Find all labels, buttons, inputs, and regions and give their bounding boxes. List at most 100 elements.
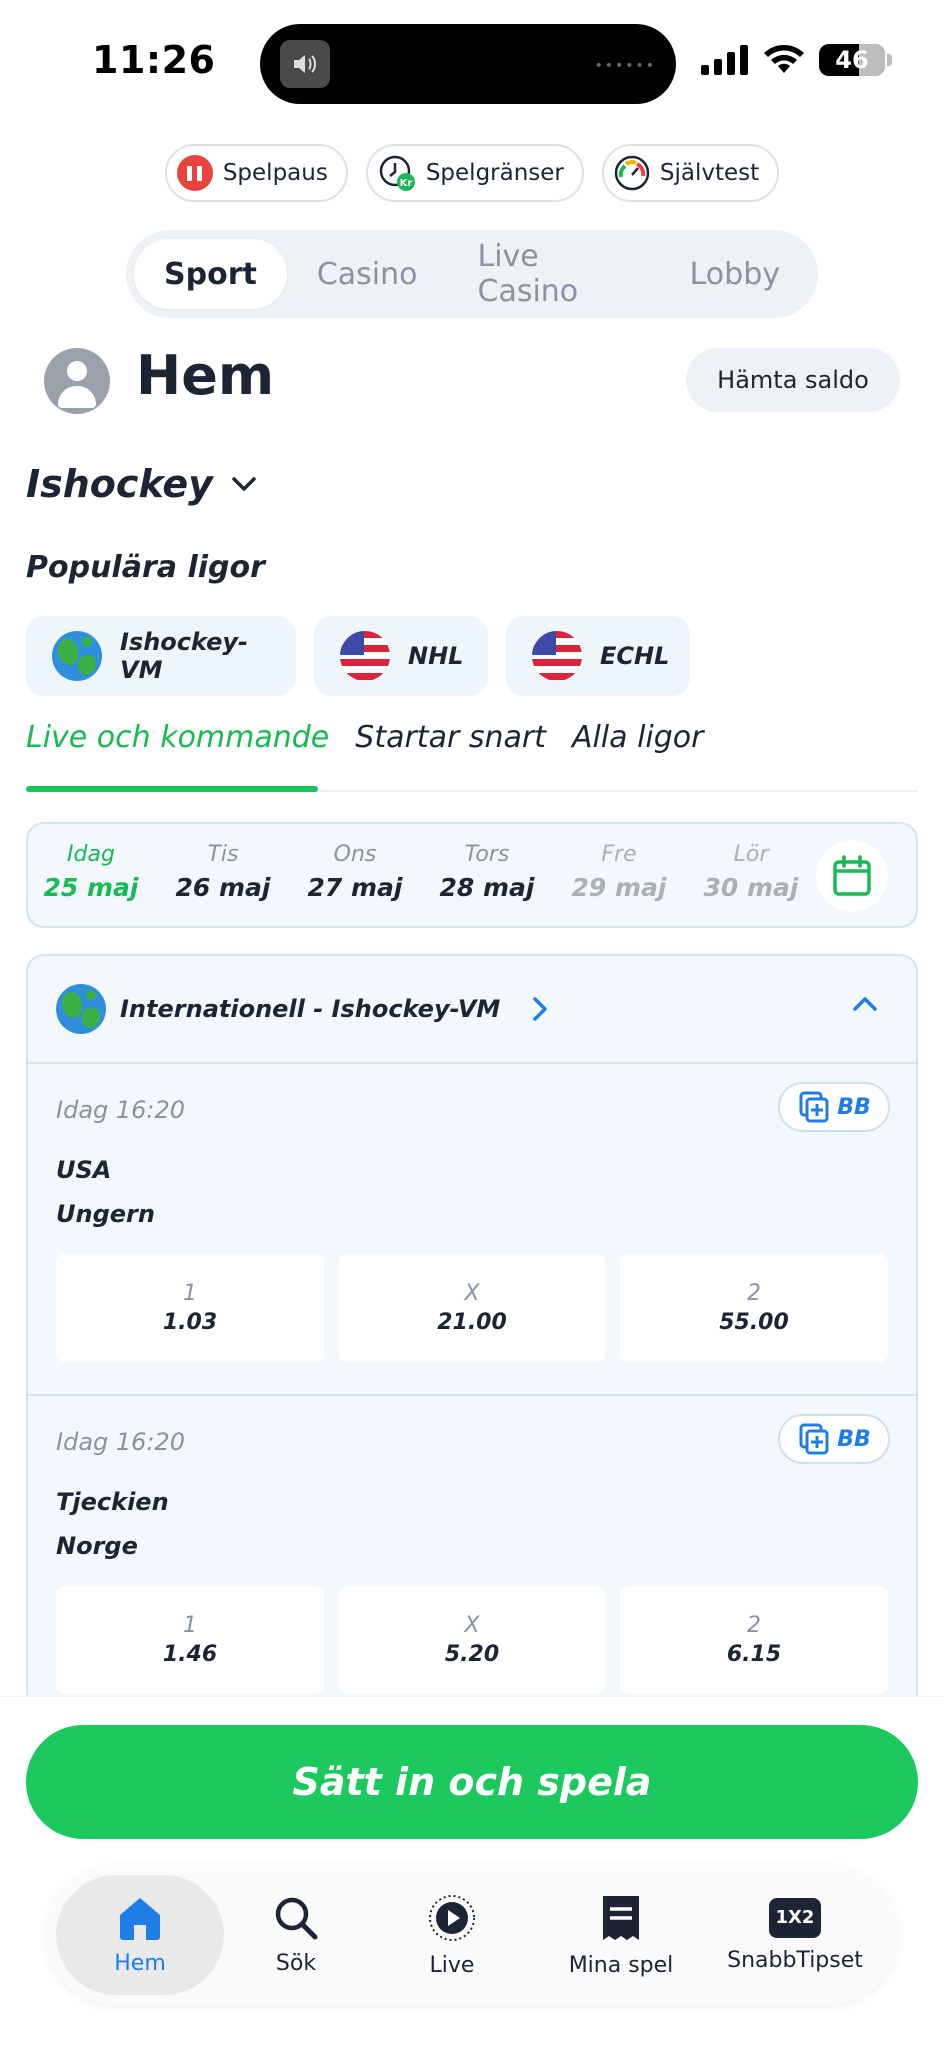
nav-item-sok[interactable]: Sök <box>236 1865 356 2005</box>
nav-label: Mina spel <box>568 1952 674 1978</box>
odds-selection: 1 <box>183 1281 197 1306</box>
bottom-nav: Hem Sök Live Mina spel 1X2 SnabbTipset <box>46 1865 898 2005</box>
tab-live-och-kommande[interactable]: Live och kommande <box>26 720 329 779</box>
tab-casino[interactable]: Casino <box>287 239 448 309</box>
odds-selection: 2 <box>747 1281 761 1306</box>
home-team: Tjeckien <box>56 1488 169 1516</box>
bottom-panel: Sätt in och spela Hem Sök Live Mina spel… <box>0 1696 944 2046</box>
battery-tip <box>887 54 892 66</box>
tab-live-casino[interactable]: Live Casino <box>448 239 660 309</box>
odds-price: 21.00 <box>437 1310 507 1335</box>
match-row[interactable]: Idag 16:20 BB USA Ungern 1 1.03 X 21.00 … <box>28 1064 916 1394</box>
league-label: Ishockey-VM <box>120 628 249 684</box>
home-team: USA <box>56 1156 112 1184</box>
bet-builder-label: BB <box>837 1426 871 1452</box>
tab-sport[interactable]: Sport <box>134 239 287 309</box>
status-time: 11:26 <box>92 38 216 82</box>
date-item[interactable]: Idag 25 maj <box>36 842 146 902</box>
date-item[interactable]: Lör 30 maj <box>696 842 806 902</box>
league-chip-ishockey-vm[interactable]: Ishockey-VM <box>26 616 296 696</box>
home-icon <box>120 1897 160 1940</box>
date-item[interactable]: Fre 29 maj <box>564 842 674 902</box>
away-team: Ungern <box>56 1200 155 1228</box>
date-item[interactable]: Tis 26 maj <box>168 842 278 902</box>
gauge-icon <box>614 155 650 191</box>
league-chip-nhl[interactable]: NHL <box>314 616 488 696</box>
odds-button-away[interactable]: 2 55.00 <box>620 1254 888 1362</box>
match-row[interactable]: Idag 16:20 BB Tjeckien Norge 1 1.46 X 5.… <box>28 1396 916 1712</box>
nav-label: Sök <box>275 1950 317 1976</box>
nav-item-snabbtipset[interactable]: 1X2 SnabbTipset <box>710 1865 880 2005</box>
sjalvtest-label: Självtest <box>659 160 760 186</box>
odds-button-home[interactable]: 1 1.03 <box>56 1254 324 1362</box>
date-day: Ons <box>333 842 377 867</box>
spelpaus-button[interactable]: Spelpaus <box>164 144 348 202</box>
odds-button-draw[interactable]: X 5.20 <box>338 1586 606 1694</box>
league-chip-echl[interactable]: ECHL <box>506 616 690 696</box>
spelgranser-button[interactable]: Kr Spelgränser <box>365 144 584 202</box>
nav-item-mina-spel[interactable]: Mina spel <box>546 1865 696 2005</box>
fetch-balance-button[interactable]: Hämta saldo <box>686 348 900 412</box>
avatar[interactable] <box>44 348 110 414</box>
deposit-and-play-button[interactable]: Sätt in och spela <box>26 1725 918 1839</box>
page-title: Hem <box>136 344 275 407</box>
away-team: Norge <box>56 1532 138 1560</box>
1x2-icon: 1X2 <box>769 1897 821 1938</box>
odds-price: 1.46 <box>162 1642 218 1667</box>
chevron-down-icon <box>232 477 256 491</box>
nav-label: Live <box>429 1952 475 1978</box>
date-value: 26 maj <box>175 873 271 902</box>
sport-selector[interactable]: Ishockey <box>26 462 257 506</box>
date-item[interactable]: Tors 28 maj <box>432 842 542 902</box>
event-filter-tabs: Live och kommande Startar snart Alla lig… <box>26 720 703 779</box>
popular-leagues: Ishockey-VM NHL ECHL <box>26 616 690 696</box>
us-flag-icon <box>340 631 390 681</box>
odds-price: 6.15 <box>726 1642 782 1667</box>
odds-selection: X <box>464 1613 480 1638</box>
tab-lobby[interactable]: Lobby <box>660 239 810 309</box>
sjalvtest-button[interactable]: Självtest <box>601 144 780 202</box>
product-tabs: Sport Casino Live Casino Lobby <box>126 230 818 318</box>
event-group-title: Internationell - Ishockey-VM <box>120 995 501 1023</box>
event-group-card: Internationell - Ishockey-VM Idag 16:20 … <box>26 954 918 1714</box>
calendar-button[interactable] <box>816 840 888 912</box>
date-value: 27 maj <box>307 873 403 902</box>
event-group-header[interactable]: Internationell - Ishockey-VM <box>28 956 916 1064</box>
search-icon <box>275 1897 318 1939</box>
odds-price: 1.03 <box>162 1310 218 1335</box>
globe-icon <box>52 631 102 681</box>
nav-item-hem[interactable]: Hem <box>56 1875 224 1995</box>
status-indicators: 46 <box>701 44 892 76</box>
calendar-icon <box>833 855 871 896</box>
chevron-up-icon[interactable] <box>852 996 878 1012</box>
bet-builder-button[interactable]: BB <box>778 1082 890 1132</box>
odds-selection: 1 <box>183 1613 197 1638</box>
date-day: Fre <box>601 842 637 867</box>
nav-label: Hem <box>114 1950 166 1976</box>
bet-slip-icon <box>603 1895 639 1940</box>
nav-item-live[interactable]: Live <box>392 1865 512 2005</box>
spelpaus-label: Spelpaus <box>222 160 328 186</box>
date-day: Tis <box>207 842 239 867</box>
date-value: 28 maj <box>439 873 535 902</box>
tab-alla-ligor[interactable]: Alla ligor <box>572 720 704 779</box>
league-label: ECHL <box>600 642 670 670</box>
date-value: 30 maj <box>703 873 799 902</box>
tab-startar-snart[interactable]: Startar snart <box>355 720 546 779</box>
odds-button-draw[interactable]: X 21.00 <box>338 1254 606 1362</box>
date-day: Tors <box>464 842 510 867</box>
live-play-icon <box>429 1894 475 1941</box>
cellular-signal-icon <box>701 45 748 75</box>
bet-builder-button[interactable]: BB <box>778 1414 890 1464</box>
odds-button-home[interactable]: 1 1.46 <box>56 1586 324 1694</box>
date-item[interactable]: Ons 27 maj <box>300 842 410 902</box>
odds-selection: X <box>464 1281 480 1306</box>
battery-level: 46 <box>835 46 869 74</box>
chevron-right-icon[interactable] <box>532 996 548 1022</box>
odds-price: 5.20 <box>444 1642 500 1667</box>
odds-button-away[interactable]: 2 6.15 <box>620 1586 888 1694</box>
odds-row: 1 1.03 X 21.00 2 55.00 <box>56 1254 888 1362</box>
spelgranser-label: Spelgränser <box>425 160 564 186</box>
bet-builder-label: BB <box>837 1094 871 1120</box>
date-day: Lör <box>733 842 769 867</box>
